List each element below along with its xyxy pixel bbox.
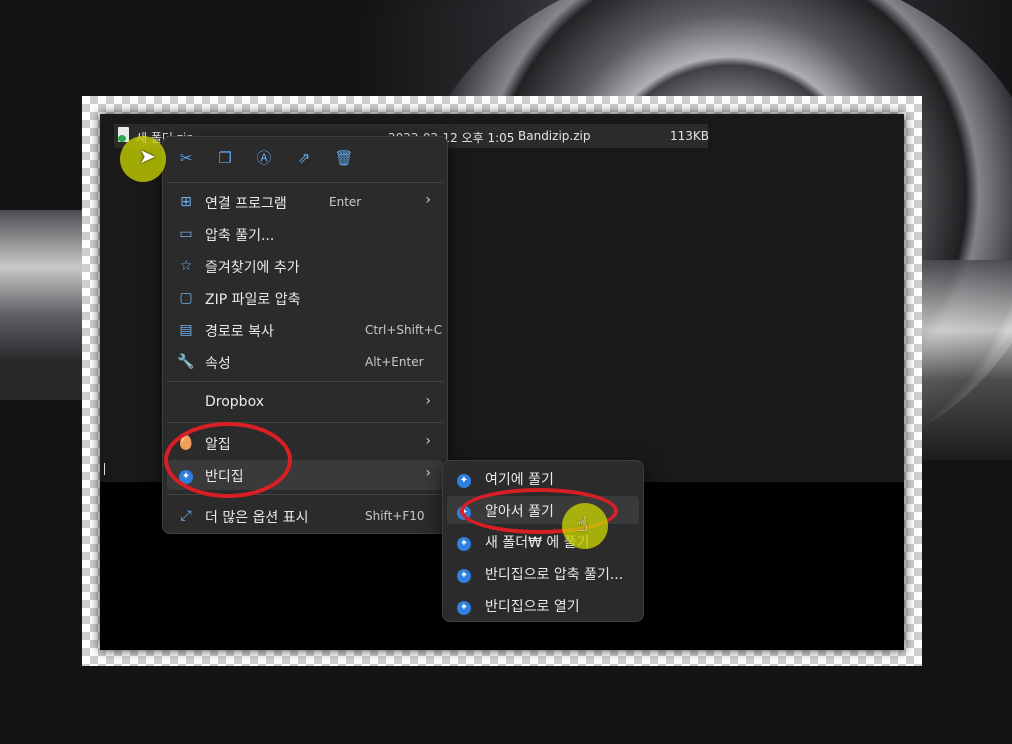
zip-file-icon (118, 127, 129, 142)
bandizip-icon: ✦ (457, 471, 471, 488)
menu-item-label: 즐겨찾기에 추가 (205, 260, 300, 276)
open-with-icon: ⊞ (180, 194, 192, 210)
menu-item-label: Dropbox (205, 394, 264, 410)
menu-item-label: ZIP 파일로 압축 (205, 292, 301, 308)
chevron-right-icon: › (425, 433, 431, 449)
submenu-item-label: 반디집으로 압축 풀기... (485, 567, 624, 583)
menu-item-dropbox[interactable]: Dropbox › (167, 388, 443, 418)
copy-icon[interactable]: ❐ (214, 147, 236, 169)
menu-item-extract[interactable]: ▭ 압축 풀기... (167, 219, 443, 249)
more-options-icon: ⤢ (180, 508, 192, 524)
menu-item-open-with[interactable]: ⊞ 연결 프로그램 Enter › (167, 187, 443, 217)
chevron-right-icon: › (425, 393, 431, 409)
menu-divider (167, 182, 443, 183)
file-size: 113KB (670, 129, 710, 143)
bandizip-icon: ✦ (457, 534, 471, 551)
menu-item-label: 경로로 복사 (205, 324, 274, 340)
menu-item-label: 속성 (205, 356, 231, 372)
cut-icon[interactable]: ✂ (175, 147, 197, 169)
menu-item-properties[interactable]: 🔧 속성 Alt+Enter (167, 347, 443, 377)
text-caret (104, 463, 105, 475)
path-icon: ▤ (179, 322, 193, 338)
submenu-item-extract-with-bandizip[interactable]: ✦ 반디집으로 압축 풀기... (447, 559, 639, 587)
share-icon[interactable]: ⇗ (293, 147, 315, 169)
menu-divider (167, 381, 443, 382)
menu-item-shortcut: Shift+F10 (365, 509, 425, 523)
bandizip-icon: ✦ (457, 566, 471, 583)
hand-cursor-icon: ☝ (576, 512, 589, 536)
chevron-right-icon: › (425, 192, 431, 208)
zip-folder-icon: ▢ (179, 290, 193, 306)
menu-item-label: 연결 프로그램 (205, 196, 287, 212)
submenu-item-label: 반디집으로 열기 (485, 599, 580, 615)
extract-icon: ▭ (179, 226, 193, 242)
chevron-right-icon: › (425, 465, 431, 481)
wrench-icon: 🔧 (177, 354, 195, 370)
menu-item-favorites[interactable]: ☆ 즐겨찾기에 추가 (167, 251, 443, 281)
menu-item-copy-path[interactable]: ▤ 경로로 복사 Ctrl+Shift+C (167, 315, 443, 345)
menu-item-shortcut: Alt+Enter (365, 355, 424, 369)
menu-item-shortcut: Ctrl+Shift+C (365, 323, 443, 337)
bandizip-submenu: ✦ 여기에 풀기 ✦ 알아서 풀기 ✦ 새 폴더₩ 에 풀기 ✦ 반디집으로 압… (442, 460, 644, 622)
pointer-cursor-icon: ➤ (139, 144, 156, 168)
menu-item-label: 압축 풀기... (205, 228, 275, 244)
menu-item-zip[interactable]: ▢ ZIP 파일로 압축 (167, 283, 443, 313)
bandizip-icon: ✦ (457, 598, 471, 615)
menu-item-label: 더 많은 옵션 표시 (205, 510, 309, 526)
submenu-item-label: 여기에 풀기 (485, 472, 554, 488)
menu-item-more-options[interactable]: ⤢ 더 많은 옵션 표시 Shift+F10 (167, 501, 443, 531)
file-type: Bandizip.zip (518, 129, 591, 143)
context-toolbar: ✂ ❐ Ⓐ ⇗ 🗑 (163, 137, 447, 181)
menu-item-shortcut: Enter (329, 195, 362, 209)
submenu-item-open-with-bandizip[interactable]: ✦ 반디집으로 열기 (447, 591, 639, 619)
delete-icon[interactable]: 🗑 (333, 147, 355, 169)
rename-icon[interactable]: Ⓐ (253, 147, 275, 169)
star-icon: ☆ (179, 258, 193, 274)
highlight-ring-bandizip (164, 422, 292, 498)
